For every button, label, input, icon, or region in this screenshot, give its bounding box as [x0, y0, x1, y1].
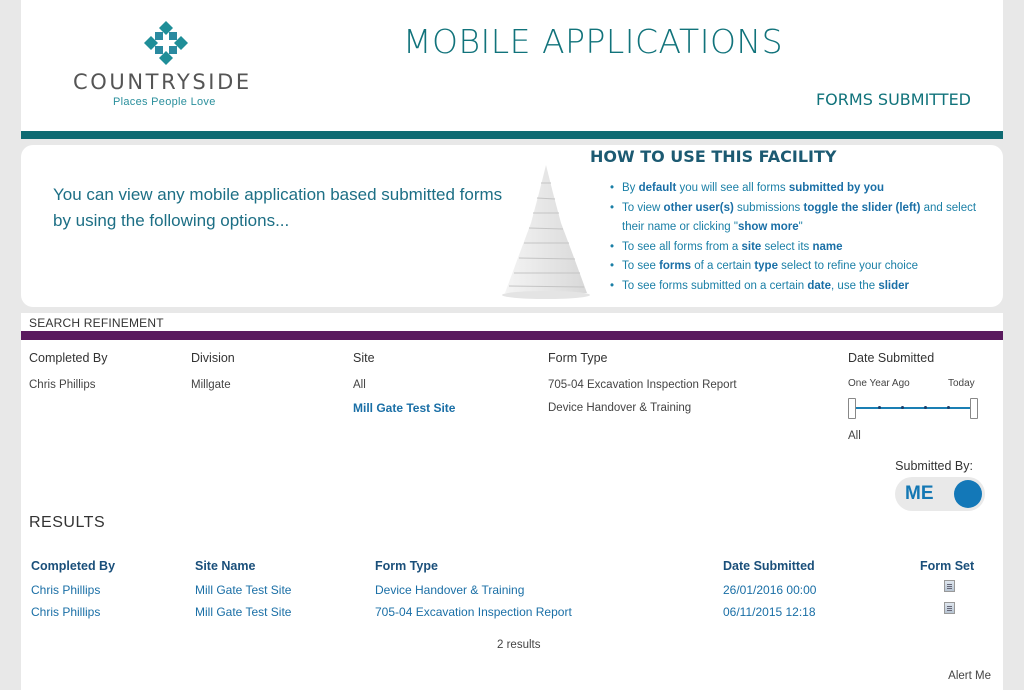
- date-slider-end-handle[interactable]: [970, 398, 978, 419]
- howto-item: To see forms submitted on a certain date…: [610, 277, 980, 297]
- howto-item: To view other user(s) submissions toggle…: [610, 199, 980, 238]
- logo-name: COUNTRYSIDE: [73, 70, 252, 94]
- document-icon[interactable]: [944, 580, 955, 592]
- howto-item: To see forms of a certain type select to…: [610, 257, 980, 277]
- filter-form-type-option[interactable]: Device Handover & Training: [548, 402, 691, 414]
- submitted-by-label: Submitted By:: [895, 459, 973, 473]
- row-form-type-link[interactable]: 705-04 Excavation Inspection Report: [375, 605, 572, 619]
- filter-header-site: Site: [353, 351, 375, 365]
- paper-stack-image: [502, 165, 590, 299]
- row-completed-by-link[interactable]: Chris Phillips: [31, 583, 100, 597]
- results-header-completed-by: Completed By: [31, 559, 116, 573]
- filter-division-option[interactable]: Millgate: [191, 379, 231, 391]
- submitted-by-toggle[interactable]: ME: [895, 477, 985, 511]
- toggle-text: ME: [905, 483, 934, 504]
- row-site-name-link[interactable]: Mill Gate Test Site: [195, 605, 291, 619]
- info-panel: You can view any mobile application base…: [21, 145, 1003, 307]
- howto-item: By default you will see all forms submit…: [610, 179, 980, 199]
- filter-header-completed-by: Completed By: [29, 351, 108, 365]
- alert-me-link[interactable]: Alert Me: [948, 670, 991, 682]
- slider-tick: [901, 406, 904, 409]
- header: COUNTRYSIDE Places People Love MOBILE AP…: [21, 0, 1003, 132]
- search-refinement-divider: [21, 331, 1003, 340]
- howto-title: HOW TO USE THIS FACILITY: [590, 147, 837, 166]
- search-refinement-label: SEARCH REFINEMENT: [29, 316, 164, 330]
- slider-left-label: One Year Ago: [848, 378, 910, 389]
- countryside-logo-icon: [144, 21, 188, 65]
- section-title: FORMS SUBMITTED: [815, 90, 971, 109]
- row-site-name-link[interactable]: Mill Gate Test Site: [195, 583, 291, 597]
- row-form-type-link[interactable]: Device Handover & Training: [375, 583, 524, 597]
- row-date-submitted: 26/01/2016 00:00: [723, 583, 817, 597]
- results-header-form-set: Form Set: [920, 559, 975, 573]
- page-title: MOBILE APPLICATIONS: [403, 22, 784, 61]
- document-icon[interactable]: [944, 602, 955, 614]
- filter-form-type-option[interactable]: 705-04 Excavation Inspection Report: [548, 379, 737, 391]
- slider-right-label: Today: [948, 378, 975, 389]
- date-slider-start-handle[interactable]: [848, 398, 856, 419]
- slider-tick: [924, 406, 927, 409]
- results-title: RESULTS: [29, 514, 106, 531]
- howto-list: By default you will see all forms submit…: [610, 179, 980, 296]
- logo-tagline: Places People Love: [113, 96, 216, 108]
- howto-item: To see all forms from a site select its …: [610, 238, 980, 258]
- filter-header-date-submitted: Date Submitted: [848, 351, 935, 365]
- results-header-site-name: Site Name: [195, 559, 256, 573]
- filter-completed-by-option[interactable]: Chris Phillips: [29, 379, 95, 391]
- filter-header-division: Division: [191, 351, 235, 365]
- date-slider-value: All: [848, 430, 861, 442]
- slider-tick: [878, 406, 881, 409]
- row-completed-by-link[interactable]: Chris Phillips: [31, 605, 100, 619]
- toggle-knob: [954, 480, 982, 508]
- slider-tick: [947, 406, 950, 409]
- header-divider: [21, 131, 1003, 139]
- search-results-panel: SEARCH REFINEMENT Completed By Division …: [21, 313, 1003, 690]
- filter-header-form-type: Form Type: [548, 351, 608, 365]
- results-header-date-submitted: Date Submitted: [723, 559, 815, 573]
- row-date-submitted: 06/11/2015 12:18: [723, 605, 816, 619]
- results-count: 2 results: [497, 639, 541, 651]
- filter-site-all[interactable]: All: [353, 379, 366, 391]
- date-slider-track[interactable]: [854, 407, 976, 409]
- filter-site-selected[interactable]: Mill Gate Test Site: [353, 401, 455, 415]
- results-header-form-type: Form Type: [375, 559, 438, 573]
- intro-text: You can view any mobile application base…: [53, 185, 503, 230]
